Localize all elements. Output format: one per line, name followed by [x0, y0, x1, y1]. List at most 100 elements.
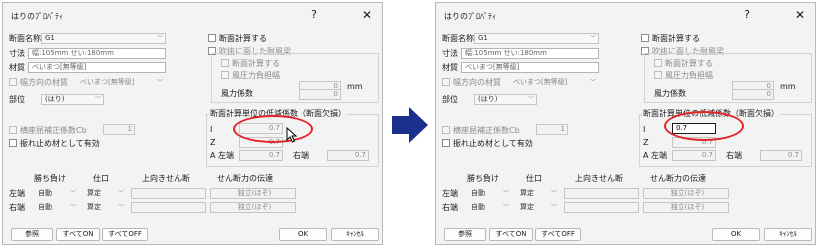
width-material-select[interactable]: べいまつ[無等級] ﹀ — [509, 77, 599, 88]
wind-width-unit: mm — [780, 82, 796, 91]
chevron-down-icon: ﹀ — [156, 35, 163, 42]
lap-right-value: 自動 — [471, 203, 485, 211]
wind-section-calc-checkbox[interactable] — [654, 59, 662, 67]
joint-right-select[interactable]: 算定 ﹀ — [516, 202, 560, 213]
property-dialog-after: はりのﾌﾟﾛﾊﾟﾃｨ ? ✕ 断面名称 G1 ﹀ 寸法 幅:105mm せい:18… — [435, 2, 816, 245]
dialog-title: はりのﾌﾟﾛﾊﾟﾃｨ — [444, 12, 496, 21]
reference-button[interactable]: 参照 — [444, 228, 486, 241]
chevron-down-icon: ﹀ — [589, 35, 596, 42]
all-off-button[interactable]: すべてOFF — [102, 228, 148, 241]
col-lap: 勝ち負け — [467, 174, 499, 183]
part-value: (はり) — [45, 95, 65, 103]
row-right-label: 右端 — [9, 203, 25, 212]
help-button[interactable]: ? — [305, 7, 323, 23]
width-material-label: 幅方向の材質 — [20, 78, 68, 87]
width-material-select[interactable]: べいまつ[無等級] ﹀ — [76, 77, 166, 88]
joint-left-select[interactable]: 算定 ﹀ — [516, 188, 560, 199]
transfer-right-field: 独立(ほぞ) — [210, 202, 296, 213]
wind-width-checkbox[interactable] — [221, 71, 229, 79]
wind-width-label: 風圧力負担幅 — [232, 71, 280, 80]
title-bar: はりのﾌﾟﾛﾊﾟﾃｨ ? ✕ — [3, 3, 382, 26]
lateral-buckling-input[interactable]: 1 — [536, 124, 568, 135]
title-bar: はりのﾌﾟﾛﾊﾟﾃｨ ? ✕ — [436, 3, 815, 26]
upshear-right-field — [564, 202, 639, 213]
width-material-value: べいまつ[無等級] — [513, 78, 568, 86]
close-button[interactable]: ✕ — [791, 7, 809, 23]
upshear-left-field — [131, 188, 206, 199]
lateral-buckling-label: 横座屈補正係数Cb — [453, 126, 520, 135]
bracing-checkbox[interactable] — [9, 139, 17, 147]
joint-right-value: 算定 — [520, 203, 534, 211]
coef-right-input[interactable]: 0.7 — [327, 150, 369, 161]
wind-section-calc-label: 断面計算する — [232, 59, 280, 68]
ok-button[interactable]: OK — [712, 228, 760, 241]
coef-I-label: I — [643, 125, 646, 134]
lateral-buckling-checkbox[interactable] — [442, 126, 450, 134]
cancel-button[interactable]: ｷｬﾝｾﾙ — [764, 228, 812, 241]
material-field: べいまつ[無等級] — [461, 62, 599, 73]
wind-section-calc-checkbox[interactable] — [221, 59, 229, 67]
wind-coef-input[interactable]: 0 — [732, 89, 774, 100]
upshear-right-field — [131, 202, 206, 213]
reference-button[interactable]: 参照 — [11, 228, 53, 241]
coef-A-left-label: A 左端 — [643, 151, 668, 160]
bracing-checkbox[interactable] — [442, 139, 450, 147]
section-calc-checkbox[interactable] — [208, 34, 216, 42]
joint-right-select[interactable]: 算定 ﹀ — [83, 202, 127, 213]
lap-right-select[interactable]: 自動 ﹀ — [34, 202, 79, 213]
all-off-button[interactable]: すべてOFF — [535, 228, 581, 241]
transfer-right-field: 独立(ほぞ) — [643, 202, 729, 213]
wind-coef-label: 風力係数 — [654, 89, 686, 98]
wind-coef-input[interactable]: 0 — [299, 89, 341, 100]
coef-right-label: 右端 — [726, 151, 742, 160]
wind-width-label: 風圧力負担幅 — [665, 71, 713, 80]
joint-right-value: 算定 — [87, 203, 101, 211]
chevron-down-icon: ﹀ — [117, 204, 124, 211]
size-field: 幅:105mm せい:180mm — [28, 48, 166, 59]
section-calc-checkbox[interactable] — [641, 34, 649, 42]
all-on-button[interactable]: すべてON — [489, 228, 533, 241]
wind-section-calc-label: 断面計算する — [665, 59, 713, 68]
col-upshear: 上向きせん断 — [575, 174, 623, 183]
section-name-label: 断面名称 — [9, 34, 41, 43]
lap-left-select[interactable]: 自動 ﹀ — [467, 188, 512, 199]
joint-left-select[interactable]: 算定 ﹀ — [83, 188, 127, 199]
lateral-buckling-input[interactable]: 1 — [103, 124, 135, 135]
coef-I-label: I — [210, 125, 213, 134]
part-select[interactable]: (はり) ﹀ — [41, 94, 104, 105]
width-material-checkbox[interactable] — [442, 78, 450, 86]
section-name-select[interactable]: G1 ﹀ — [41, 33, 166, 44]
cancel-button[interactable]: ｷｬﾝｾﾙ — [331, 228, 379, 241]
col-joint: 仕口 — [526, 174, 542, 183]
section-name-select[interactable]: G1 ﹀ — [474, 33, 599, 44]
help-button[interactable]: ? — [738, 7, 756, 23]
ok-button[interactable]: OK — [279, 228, 327, 241]
arrow-right-icon — [392, 107, 428, 143]
lap-left-value: 自動 — [471, 189, 485, 197]
all-on-button[interactable]: すべてON — [56, 228, 100, 241]
close-button[interactable]: ✕ — [358, 7, 376, 23]
mouse-cursor-icon — [286, 127, 298, 143]
coef-A-left-input[interactable]: 0.7 — [672, 150, 716, 161]
section-calc-label: 断面計算する — [219, 34, 267, 43]
coef-A-left-input[interactable]: 0.7 — [239, 150, 283, 161]
coef-A-left-label: A 左端 — [210, 151, 235, 160]
section-name-value: G1 — [45, 34, 55, 42]
joint-left-value: 算定 — [87, 189, 101, 197]
lateral-buckling-checkbox[interactable] — [9, 126, 17, 134]
highlight-ring — [664, 111, 744, 141]
width-material-checkbox[interactable] — [9, 78, 17, 86]
chevron-down-icon: ﹀ — [117, 190, 124, 197]
coef-right-input[interactable]: 0.7 — [760, 150, 802, 161]
part-select[interactable]: (はり) ﹀ — [474, 94, 537, 105]
row-left-label: 左端 — [442, 189, 458, 198]
row-left-label: 左端 — [9, 189, 25, 198]
wind-width-checkbox[interactable] — [654, 71, 662, 79]
lap-left-value: 自動 — [38, 189, 52, 197]
row-right-label: 右端 — [442, 203, 458, 212]
lap-left-select[interactable]: 自動 ﹀ — [34, 188, 79, 199]
coef-Z-label: Z — [210, 138, 216, 147]
chevron-down-icon: ﹀ — [550, 190, 557, 197]
coef-Z-label: Z — [643, 138, 649, 147]
lap-right-select[interactable]: 自動 ﹀ — [467, 202, 512, 213]
